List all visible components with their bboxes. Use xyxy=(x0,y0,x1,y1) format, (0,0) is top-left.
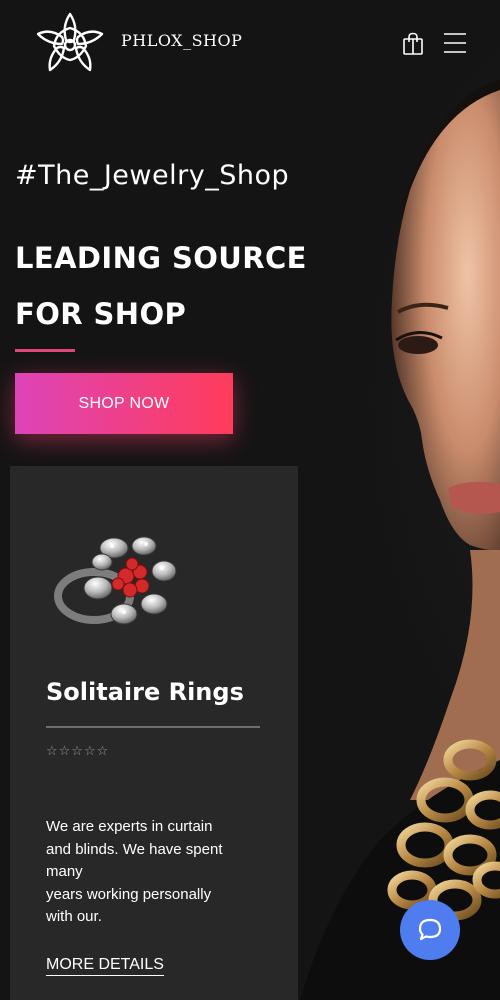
shopping-bag-icon[interactable] xyxy=(402,32,424,56)
chat-bubble-icon xyxy=(418,918,442,941)
brand-name[interactable]: PHLOX_SHOP xyxy=(121,31,242,50)
flower-logo-icon[interactable] xyxy=(34,10,106,76)
ring-icon xyxy=(54,536,177,625)
headline-line-1: LEADING SOURCE xyxy=(15,241,307,275)
hero-headline: LEADING SOURCE FOR SHOP xyxy=(15,230,335,342)
product-description: We are experts in curtain and blinds. We… xyxy=(46,818,223,925)
headline-line-2: FOR SHOP xyxy=(15,297,187,331)
product-title: Solitaire Rings xyxy=(46,678,244,706)
accent-divider xyxy=(15,349,75,352)
rating-stars: ☆☆☆☆☆ xyxy=(46,744,110,759)
card-divider xyxy=(46,726,260,728)
top-navigation-bar: PHLOX_SHOP xyxy=(0,0,500,90)
more-details-link[interactable]: MORE DETAILS xyxy=(46,956,164,976)
hero-hashtag: #The_Jewelry_Shop xyxy=(15,160,290,191)
shop-now-button[interactable]: SHOP NOW xyxy=(15,373,233,434)
product-card: Solitaire Rings ☆☆☆☆☆ We are experts in … xyxy=(10,466,298,1000)
hamburger-menu-icon[interactable] xyxy=(444,32,466,54)
chat-button[interactable] xyxy=(400,900,460,960)
